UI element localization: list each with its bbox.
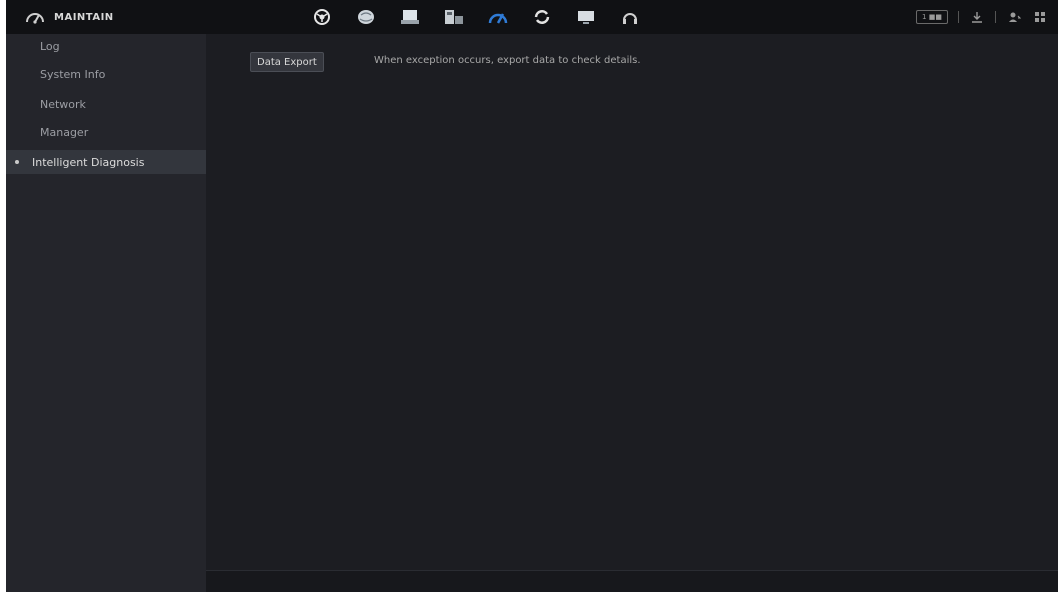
status-box[interactable]: 1 ■■ bbox=[916, 10, 948, 24]
nav-backup[interactable] bbox=[520, 0, 564, 34]
separator bbox=[958, 11, 959, 23]
page-title: MAINTAIN bbox=[54, 11, 114, 23]
bottom-bar bbox=[206, 570, 1058, 592]
nav-display[interactable] bbox=[432, 0, 476, 34]
nav-storage[interactable] bbox=[388, 0, 432, 34]
nav-live-view[interactable] bbox=[300, 0, 344, 34]
monitor-icon bbox=[578, 11, 594, 24]
backup-icon bbox=[534, 10, 550, 24]
storage-icon bbox=[401, 10, 419, 24]
nav-ai-search[interactable] bbox=[344, 0, 388, 34]
network-icon bbox=[623, 13, 637, 24]
ai-search-icon bbox=[358, 10, 374, 24]
nav-network[interactable] bbox=[608, 0, 652, 34]
sidebar-item-label: Network bbox=[40, 97, 86, 111]
separator bbox=[995, 11, 996, 23]
sidebar-item-manager[interactable]: Manager bbox=[6, 120, 206, 144]
sidebar-item-system-info[interactable]: System Info bbox=[6, 62, 206, 86]
app-window: MAINTAIN 1 ■■ Log System Info Network Ma… bbox=[6, 0, 1058, 592]
sidebar-item-label: Manager bbox=[40, 125, 89, 139]
sidebar-item-network[interactable]: Network bbox=[6, 92, 206, 116]
sidebar: Log System Info Network Manager Intellig… bbox=[6, 34, 206, 592]
app-title[interactable]: MAINTAIN bbox=[24, 8, 114, 26]
main-content: Data Export When exception occurs, expor… bbox=[206, 34, 1058, 570]
sidebar-item-label: System Info bbox=[40, 67, 106, 81]
sidebar-item-label: Log bbox=[40, 39, 60, 53]
sidebar-item-label: Intelligent Diagnosis bbox=[32, 155, 145, 169]
data-export-button[interactable]: Data Export bbox=[250, 52, 324, 72]
maintain-icon bbox=[488, 13, 508, 24]
download-button[interactable] bbox=[969, 10, 985, 24]
export-description: When exception occurs, export data to ch… bbox=[374, 55, 641, 66]
grid-icon bbox=[1035, 12, 1045, 22]
sidebar-item-log[interactable]: Log bbox=[6, 34, 206, 58]
nav-maintain[interactable] bbox=[476, 0, 520, 34]
main-nav bbox=[300, 0, 652, 34]
display-icon bbox=[445, 10, 463, 24]
user-button[interactable] bbox=[1006, 10, 1022, 24]
grid-button[interactable] bbox=[1032, 10, 1048, 24]
active-marker-icon bbox=[15, 160, 19, 164]
live-view-icon bbox=[314, 9, 330, 25]
download-icon bbox=[972, 12, 982, 23]
top-right-controls: 1 ■■ bbox=[916, 9, 1048, 25]
user-icon bbox=[1009, 12, 1021, 22]
sidebar-item-intelligent-diagnosis[interactable]: Intelligent Diagnosis bbox=[6, 150, 206, 174]
nav-monitor[interactable] bbox=[564, 0, 608, 34]
gauge-icon bbox=[26, 13, 44, 24]
top-bar: MAINTAIN 1 ■■ bbox=[6, 0, 1058, 34]
